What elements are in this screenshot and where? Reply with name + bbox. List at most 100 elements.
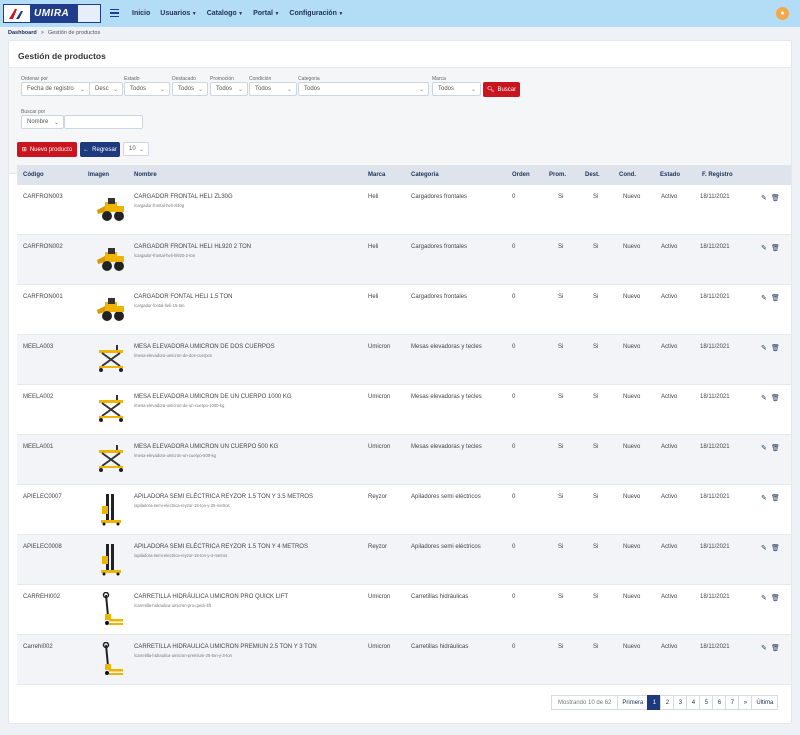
edit-icon[interactable]: ✎ [761,344,767,352]
trash-icon[interactable]: 🗑︎ [771,644,780,652]
cell-categoria: Apiladores semi eléctricos [411,494,481,500]
cell-slug: /mesa-elevadora-umicron-un-cuerpo-500-kg [134,453,216,458]
back-button[interactable]: ← Regresar [80,142,120,157]
pagination-info: Mostrando 10 de 62 [551,695,619,710]
cell-cond: Nuevo [623,494,641,500]
nav-item-usuarios[interactable]: Usuarios ▼ [160,10,196,17]
page-next[interactable]: » [738,695,753,710]
trash-icon[interactable]: 🗑︎ [771,244,780,252]
table-row: MEELA003 MESA ELEVADORA UMICRON DE DOS CU… [17,335,791,385]
cell-dest: Si [593,194,599,200]
sort-direction-select[interactable]: Desc ⌄ [89,82,123,96]
trash-icon[interactable]: 🗑︎ [771,294,780,302]
page-5[interactable]: 5 [699,695,714,710]
search-input[interactable] [64,115,143,129]
col-codigo: Código [23,172,44,178]
cell-prom: Si [558,294,564,300]
cell-codigo: Carrehi002 [23,644,53,650]
col-prom: Prom. [549,172,567,178]
cell-prom: Si [558,644,564,650]
trash-icon[interactable]: 🗑︎ [771,444,780,452]
page-3[interactable]: 3 [673,695,688,710]
brand-logo[interactable]: UMIRA [3,4,101,23]
estado-select[interactable]: Todos ⌄ [124,82,170,96]
trash-icon[interactable]: 🗑︎ [771,194,780,202]
cell-orden: 0 [512,194,516,200]
search-button[interactable]: 🔍︎ Buscar [483,82,520,97]
chevron-down-icon: ▼ [338,10,344,17]
trash-icon[interactable]: 🗑︎ [771,544,780,552]
search-field-select[interactable]: Nombre ⌄ [21,115,64,129]
arrow-left-icon: ← [83,146,90,153]
table-row: APIELEC0007 APILADORA SEMI ELÉCTRICA REYZ… [17,485,791,535]
table-row: MEELA001 MESA ELEVADORA UMICRON UN CUERPO… [17,435,791,485]
promocion-select[interactable]: Todos ⌄ [210,82,248,96]
trash-icon[interactable]: 🗑︎ [771,394,780,402]
page-size-select[interactable]: 10 ⌄ [123,142,149,156]
cell-estado: Activo [661,244,678,250]
cell-prom: Si [558,344,564,350]
cell-nombre: CARGADOR FRONTAL HELI ZL30G [134,194,233,200]
cell-estado: Activo [661,294,678,300]
destacado-select[interactable]: Todos ⌄ [172,82,208,96]
edit-icon[interactable]: ✎ [761,394,767,402]
cell-fecha: 18/11/2021 [700,294,730,300]
chevron-down-icon: ⌄ [286,87,292,93]
new-product-button[interactable]: ⊞ Nuevo producto [17,142,77,157]
cell-dest: Si [593,244,599,250]
cell-dest: Si [593,444,599,450]
page-last[interactable]: Última [751,695,779,710]
col-categoria: Categoria [411,172,439,178]
marca-select[interactable]: Todos ⌄ [432,82,481,96]
nav-item-inicio[interactable]: Inicio [132,10,150,17]
cell-slug: /cargador-fontal-heli-15-ton [134,303,185,308]
edit-icon[interactable]: ✎ [761,444,767,452]
breadcrumb-dashboard[interactable]: Dashboard [8,30,37,36]
product-image-table [95,390,127,428]
cell-cond: Nuevo [623,644,641,650]
edit-icon[interactable]: ✎ [761,294,767,302]
edit-icon[interactable]: ✎ [761,544,767,552]
cell-cond: Nuevo [623,544,641,550]
cell-orden: 0 [512,394,516,400]
edit-icon[interactable]: ✎ [761,644,767,652]
page-4[interactable]: 4 [686,695,701,710]
user-avatar-icon[interactable]: ● [776,7,789,20]
nav-item-catalogo[interactable]: Catalogo ▼ [207,10,243,17]
cell-marca: Heli [368,244,379,250]
page-7[interactable]: 7 [725,695,740,710]
cell-marca: Reyzor [368,494,388,500]
edit-icon[interactable]: ✎ [761,494,767,502]
chevron-down-icon: ⌄ [197,87,203,93]
cell-codigo: CARFRON002 [23,244,63,250]
nav-item-portal[interactable]: Portal ▼ [253,10,279,17]
cell-fecha: 18/11/2021 [700,194,730,200]
page-first[interactable]: Primera [617,695,649,710]
table-header: Código Imagen Nombre Marca Categoria Ord… [17,165,791,185]
cell-nombre: MESA ELEVADORA UMICRON DE DOS CUERPOS [134,344,275,350]
trash-icon[interactable]: 🗑︎ [771,344,780,352]
page-2[interactable]: 2 [660,695,675,710]
cell-estado: Activo [661,194,678,200]
sort-by-select[interactable]: Fecha de registro ⌄ [21,82,90,96]
page-1[interactable]: 1 [647,695,662,710]
cell-categoria: Cargadores frontales [411,244,468,250]
condicion-select[interactable]: Todos ⌄ [249,82,297,96]
cell-slug: /carretilla-hidraulica-umicron-premium-2… [134,653,232,658]
table-row: CARREHI002 CARRETILLA HIDRÁULICA UMICRON … [17,585,791,635]
cell-fecha: 18/11/2021 [700,444,730,450]
cell-categoria: Apiladores semi eléctricos [411,544,481,550]
edit-icon[interactable]: ✎ [761,594,767,602]
trash-icon[interactable]: 🗑︎ [771,594,780,602]
product-image-loader [95,240,127,278]
edit-icon[interactable]: ✎ [761,194,767,202]
nav-item-configuracion[interactable]: Configuración ▼ [289,10,343,17]
categoria-select[interactable]: Todos ⌄ [298,82,429,96]
edit-icon[interactable]: ✎ [761,244,767,252]
menu-toggle-icon[interactable] [110,9,119,17]
trash-icon[interactable]: 🗑︎ [771,494,780,502]
cell-cond: Nuevo [623,194,641,200]
cell-codigo: CARFRON001 [23,294,63,300]
page-6[interactable]: 6 [712,695,727,710]
cell-fecha: 18/11/2021 [700,244,730,250]
